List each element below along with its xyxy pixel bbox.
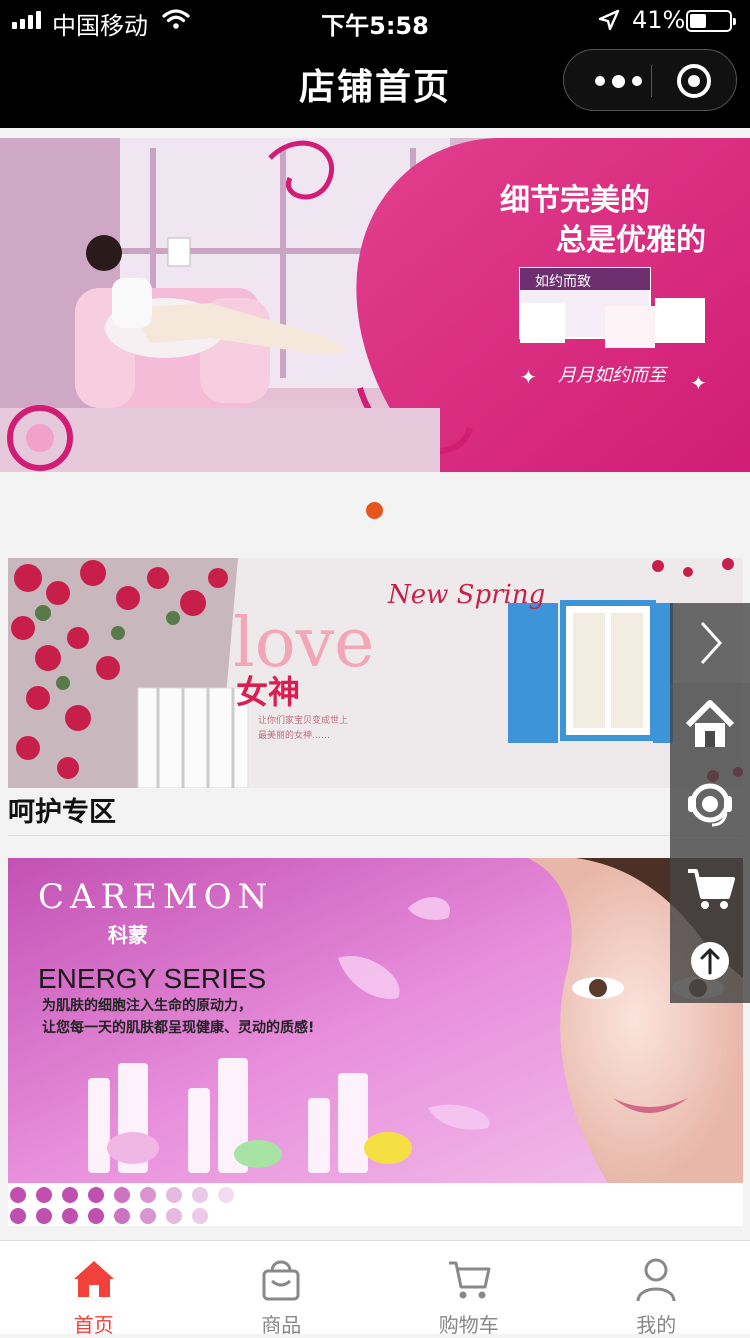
product-box-label: 如约而致	[535, 273, 591, 289]
capsule-divider	[651, 65, 652, 97]
float-bar-panel	[670, 683, 750, 1003]
promo2-brand: CAREMON	[38, 877, 273, 917]
promo-banner-caremon-image: CAREMON 科蒙 ENERGY SERIES 为肌肤的细胞注入生命的原动力，…	[8, 858, 743, 1226]
tab-products[interactable]: 商品	[188, 1241, 376, 1334]
promo-banner-love-image: New Spring love 女神 让你们家宝贝变成世上 最美丽的女神……	[8, 558, 743, 788]
promo-banner-love[interactable]: New Spring love 女神 让你们家宝贝变成世上 最美丽的女神……	[8, 558, 743, 788]
nav-bar: 店铺首页	[0, 40, 750, 128]
promo1-small-line-1: 让你们家宝贝变成世上	[258, 714, 348, 726]
mini-program-capsule	[563, 49, 737, 111]
banner-tagline: 月月如约而至	[558, 365, 669, 386]
promo2-brand-cn: 科蒙	[108, 923, 148, 947]
floating-shortcut-bar	[670, 603, 750, 1003]
battery-icon	[686, 10, 732, 32]
battery-percent: 41%	[632, 6, 685, 34]
promo2-copy-line-1: 为肌肤的细胞注入生命的原动力，	[42, 997, 252, 1014]
svg-text:✦: ✦	[690, 371, 707, 395]
banner-headline-2: 总是优雅的	[556, 223, 706, 258]
customer-service-icon[interactable]	[688, 786, 732, 825]
bag-icon	[257, 1255, 305, 1303]
promo1-love-text: love	[233, 604, 374, 683]
location-arrow-icon	[598, 9, 620, 31]
promo-banner-caremon[interactable]: CAREMON 科蒙 ENERGY SERIES 为肌肤的细胞注入生命的原动力，…	[8, 858, 743, 1226]
more-dots-icon[interactable]	[586, 69, 650, 93]
section-title[interactable]: 呵护专区	[8, 790, 743, 836]
tab-me[interactable]: 我的	[563, 1241, 750, 1334]
section-title-partial	[8, 1226, 208, 1240]
cart-icon[interactable]	[688, 871, 733, 909]
promo1-script-text: New Spring	[387, 580, 545, 610]
tab-cart[interactable]: 购物车	[375, 1241, 563, 1334]
user-icon	[632, 1255, 680, 1303]
carousel-indicator-dot[interactable]	[366, 502, 383, 519]
capsule-close-icon[interactable]	[677, 64, 711, 98]
svg-text:✦: ✦	[520, 365, 537, 389]
tab-home[interactable]: 首页	[0, 1241, 188, 1334]
home-icon[interactable]	[688, 703, 732, 747]
promo1-goddess-text: 女神	[236, 673, 300, 711]
home-icon	[70, 1255, 118, 1303]
chevron-right-icon	[690, 618, 730, 668]
hero-banner[interactable]: 如约而致 细节完美的 总是优雅的 月月如约而至 ✦ ✦	[0, 138, 750, 472]
float-bar-icons	[670, 683, 750, 1003]
arrow-up-icon[interactable]	[691, 942, 729, 980]
banner-headline-1: 细节完美的	[500, 183, 650, 218]
float-bar-toggle[interactable]	[670, 603, 750, 683]
cart-icon	[445, 1255, 493, 1303]
promo2-series: ENERGY SERIES	[38, 963, 266, 994]
tab-bar: 首页 商品 购物车 我的	[0, 1240, 750, 1334]
hero-banner-image: 如约而致 细节完美的 总是优雅的 月月如约而至 ✦ ✦	[0, 138, 750, 472]
status-bar: 中国移动 下午5:58 41%	[0, 0, 750, 40]
promo1-small-line-2: 最美丽的女神……	[258, 729, 330, 741]
promo2-copy-line-2: 让您每一天的肌肤都呈现健康、灵动的质感!	[42, 1019, 314, 1036]
